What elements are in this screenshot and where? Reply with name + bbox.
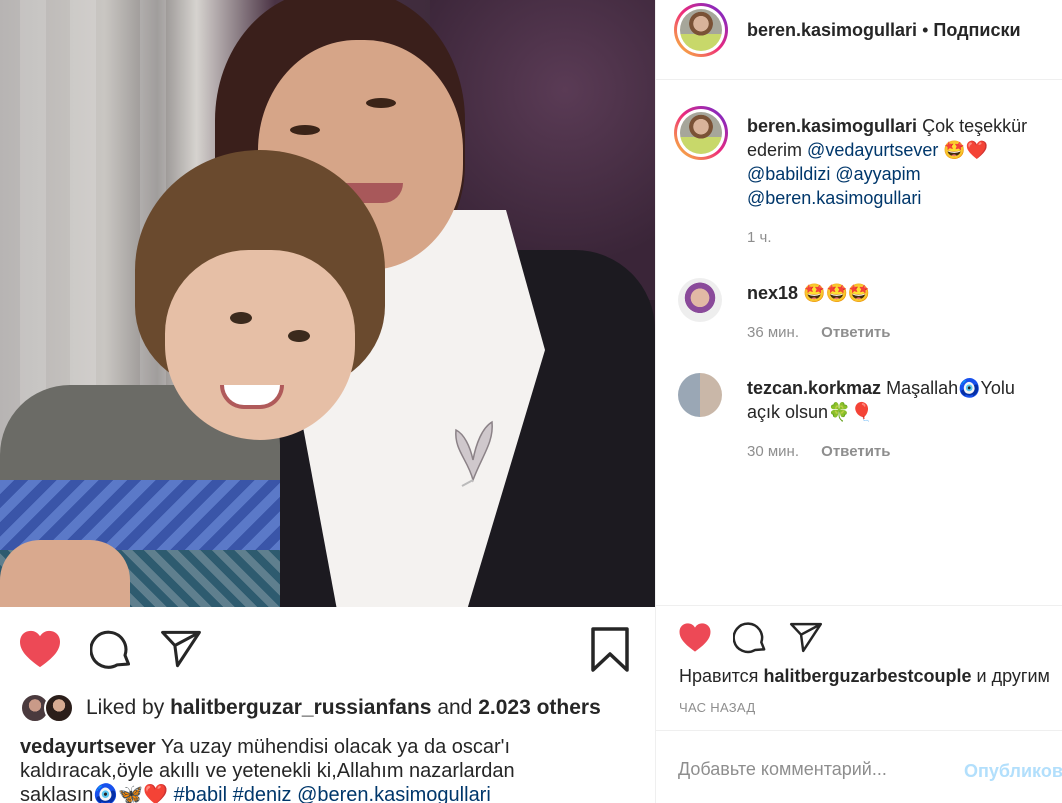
- avatar[interactable]: [44, 693, 74, 723]
- separator-dot: •: [922, 20, 929, 40]
- boy-eye: [230, 312, 252, 324]
- comment-emojis: 🤩❤️: [943, 140, 989, 160]
- following-button[interactable]: Подписки: [933, 20, 1020, 40]
- likes-summary: Нравится halitberguzarbestcouple и други…: [679, 666, 1050, 687]
- butterfly-brooch: [455, 420, 493, 487]
- comment-username[interactable]: tezcan.korkmaz: [747, 378, 881, 398]
- comment-bubble-icon[interactable]: [90, 629, 132, 671]
- comment-bubble-icon[interactable]: [733, 621, 767, 655]
- avatar[interactable]: [678, 278, 722, 322]
- arm: [0, 540, 130, 607]
- avatar[interactable]: [678, 373, 722, 417]
- owner-username[interactable]: beren.kasimogullari: [747, 20, 917, 40]
- comment-meta: 30 мин. Ответить: [747, 443, 891, 460]
- comment-time[interactable]: 1 ч.: [747, 229, 772, 246]
- caption-line3: saklasın🧿🦋❤️: [20, 784, 169, 803]
- reply-button[interactable]: Ответить: [821, 443, 890, 460]
- comment-meta: 36 мин. Ответить: [747, 324, 891, 341]
- liked-by-and: and: [437, 696, 473, 719]
- caption-username[interactable]: vedayurtsever: [20, 736, 156, 758]
- mention-link[interactable]: @beren.kasimogullari: [747, 188, 921, 208]
- post-sidebar: beren.kasimogullari • Подписки beren.kas…: [655, 0, 1062, 803]
- liked-by-row: Liked by halitberguzar_russianfans and 2…: [20, 690, 601, 726]
- woman-eye: [290, 125, 320, 135]
- liked-by-count[interactable]: 2.023 others: [478, 696, 601, 720]
- comment-username[interactable]: nex18: [747, 283, 798, 303]
- likes-suffix[interactable]: и другим: [977, 666, 1050, 686]
- comment-username[interactable]: beren.kasimogullari: [747, 116, 917, 136]
- post-comment-button[interactable]: Опубликовать: [964, 761, 1062, 782]
- post-photo[interactable]: [0, 0, 655, 607]
- curtain: [70, 0, 96, 420]
- liked-by-username[interactable]: halitberguzar_russianfans: [170, 696, 431, 720]
- owner-caption-comment: beren.kasimogullari Çok teşekkür ederim …: [747, 114, 1052, 210]
- bookmark-icon[interactable]: [590, 627, 630, 673]
- boy-eye: [288, 330, 310, 342]
- post-actions-left: [0, 607, 655, 692]
- boy-face: [165, 250, 355, 440]
- paper-plane-icon[interactable]: [160, 629, 202, 669]
- paper-plane-icon[interactable]: [789, 622, 823, 653]
- story-ring[interactable]: [674, 3, 728, 57]
- avatar: [680, 9, 722, 51]
- likes-prefix: Нравится: [679, 666, 759, 686]
- comment-input[interactable]: [678, 759, 948, 780]
- caption-line2: kaldıracak,öyle akıllı ve yetenekli ki,A…: [20, 760, 515, 782]
- comment-time[interactable]: 30 мин.: [747, 443, 799, 460]
- woman-eye: [366, 98, 396, 108]
- curtain: [20, 0, 46, 420]
- comment-meta: 1 ч.: [747, 229, 772, 246]
- comment: nex18 🤩🤩🤩: [747, 281, 1052, 305]
- mention-link[interactable]: @babildizi @ayyapim: [747, 164, 921, 184]
- mention-link[interactable]: @vedayurtsever: [807, 140, 938, 160]
- post-caption: vedayurtsever Ya uzay mühendisi olacak y…: [20, 735, 630, 803]
- heart-icon[interactable]: [678, 622, 712, 653]
- post-header: beren.kasimogullari • Подписки: [656, 0, 1062, 80]
- story-ring[interactable]: [674, 106, 728, 160]
- reply-button[interactable]: Ответить: [821, 324, 890, 341]
- avatar: [680, 112, 722, 154]
- comment-text: 🤩🤩🤩: [803, 283, 871, 303]
- heart-icon[interactable]: [18, 629, 62, 669]
- likes-username[interactable]: halitberguzarbestcouple: [763, 666, 971, 686]
- header-user: beren.kasimogullari • Подписки: [747, 20, 1021, 41]
- post-time[interactable]: ЧАС НАЗАД: [679, 700, 755, 715]
- liker-avatars[interactable]: [20, 691, 80, 725]
- caption-hashtags[interactable]: #babil #deniz @beren.kasimogullari: [174, 784, 491, 803]
- liked-by-prefix: Liked by: [86, 696, 165, 719]
- comment: tezcan.korkmaz Maşallah🧿Yolu açık olsun🍀…: [747, 376, 1052, 424]
- caption-line1: Ya uzay mühendisi olacak ya da oscar'ı: [160, 736, 511, 758]
- comment-bar: Опубликовать: [656, 730, 1062, 803]
- comment-time[interactable]: 36 мин.: [747, 324, 799, 341]
